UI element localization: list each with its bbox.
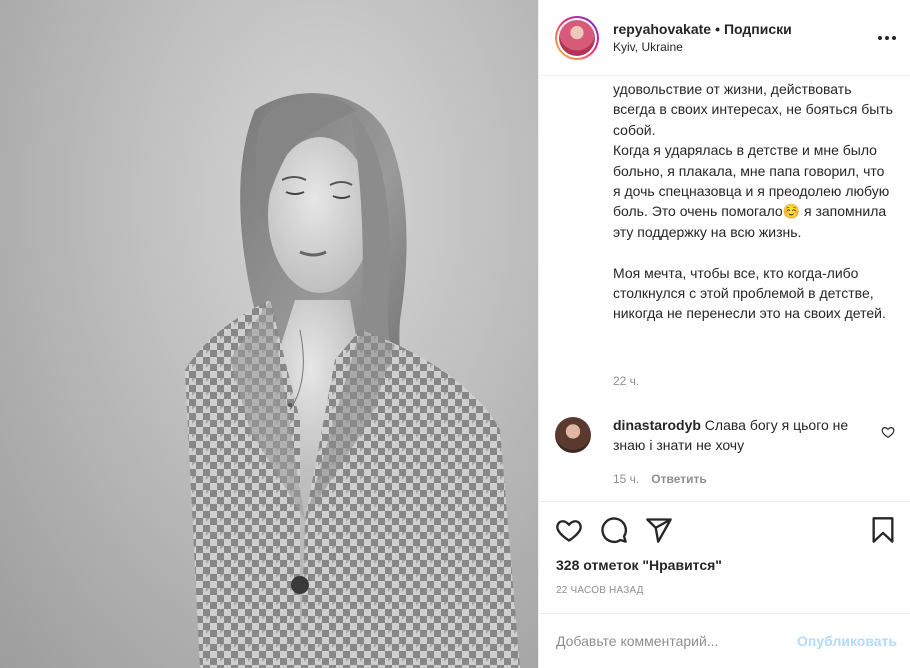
- post-photo[interactable]: [0, 0, 538, 668]
- comment-icon[interactable]: [600, 516, 628, 544]
- author-username[interactable]: repyahovakate: [613, 21, 711, 37]
- post-modal: repyahovakate • Подписки Kyiv, Ukraine удо…: [0, 0, 910, 668]
- comments-scroll-area[interactable]: удовольствие от жизни, действовать всегд…: [539, 77, 910, 501]
- post-side-panel: repyahovakate • Подписки Kyiv, Ukraine удо…: [538, 0, 910, 668]
- post-caption: удовольствие от жизни, действовать всегд…: [613, 81, 893, 322]
- avatar: [559, 19, 595, 56]
- portrait-photo: [185, 93, 520, 668]
- more-options-icon[interactable]: [877, 29, 897, 47]
- likes-count[interactable]: 328 отметок "Нравится": [556, 557, 722, 573]
- story-ring-avatar[interactable]: [555, 15, 599, 60]
- header-separator: •: [715, 20, 720, 37]
- comment-input[interactable]: [556, 630, 786, 652]
- bookmark-icon[interactable]: [869, 516, 897, 544]
- post-location[interactable]: Kyiv, Ukraine: [613, 38, 792, 56]
- comment-avatar[interactable]: [555, 417, 591, 453]
- comment-like-icon[interactable]: [881, 425, 895, 439]
- comment-timestamp[interactable]: 15 ч.: [613, 472, 639, 486]
- publish-button[interactable]: Опубликовать: [797, 633, 897, 649]
- heart-icon[interactable]: [555, 516, 583, 544]
- comment-username[interactable]: dinastarodyb: [613, 417, 701, 433]
- following-button[interactable]: Подписки: [724, 21, 792, 37]
- post-actions: 328 отметок "Нравится" 22 часов назад: [539, 501, 910, 596]
- post-timestamp[interactable]: 22 часов назад: [556, 585, 644, 596]
- add-comment-bar: Опубликовать: [539, 613, 910, 668]
- post-header: repyahovakate • Подписки Kyiv, Ukraine: [539, 0, 910, 76]
- share-icon[interactable]: [645, 516, 673, 544]
- reply-button[interactable]: Ответить: [651, 472, 706, 486]
- caption-timestamp[interactable]: 22 ч.: [613, 374, 639, 388]
